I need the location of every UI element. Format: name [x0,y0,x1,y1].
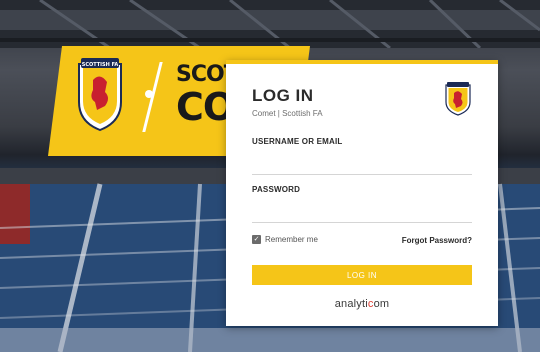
analyticom-logo-suffix: om [373,298,390,310]
remember-me[interactable]: ✓ Remember me [252,235,318,244]
remember-me-label: Remember me [265,235,318,244]
login-title: LOG IN [252,86,314,105]
stadium-roof [0,0,540,48]
password-input[interactable] [252,202,472,223]
scottish-fa-crest-icon: SCOTTISH FA [78,58,122,132]
login-page: SCOTTISH FA SCOTTIS COM LOG IN Comet | S… [0,0,540,352]
remember-me-checkbox[interactable]: ✓ [252,235,261,244]
analyticom-logo: analyticom [226,298,498,310]
password-label: PASSWORD [252,185,301,194]
scottish-fa-crest-icon [445,82,471,116]
login-card: LOG IN Comet | Scottish FA USERNAME OR E… [226,60,498,326]
forgot-password-link[interactable]: Forgot Password? [402,236,472,245]
analyticom-logo-prefix: analyti [334,298,368,310]
login-button[interactable]: LOG IN [252,265,472,285]
login-subtitle: Comet | Scottish FA [252,109,323,118]
username-input[interactable] [252,154,472,175]
username-label: USERNAME OR EMAIL [252,137,343,146]
banner-divider-dot [145,90,153,98]
svg-text:SCOTTISH FA: SCOTTISH FA [82,62,119,68]
